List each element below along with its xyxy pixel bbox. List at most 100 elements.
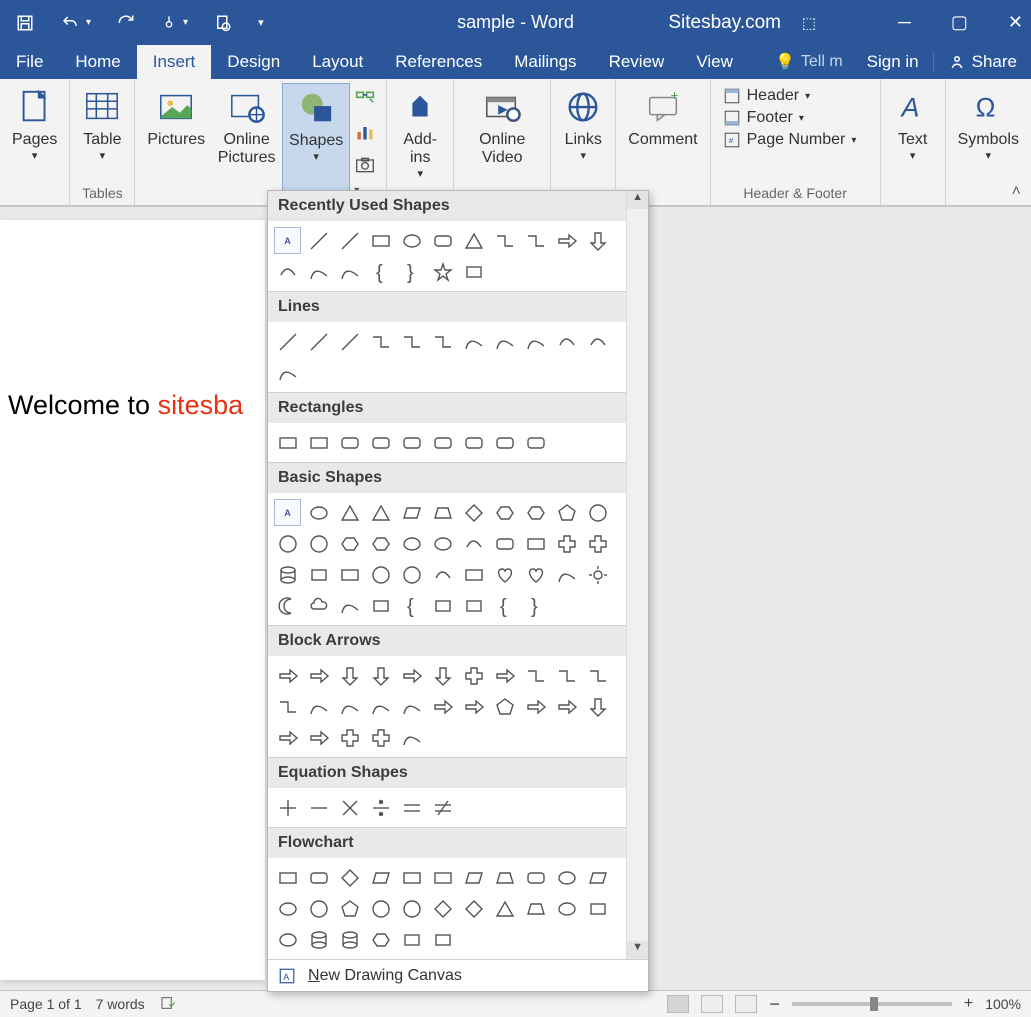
shape-item[interactable] xyxy=(460,895,487,922)
shape-item[interactable] xyxy=(367,926,394,953)
shape-item[interactable] xyxy=(553,561,580,588)
shape-item[interactable] xyxy=(398,926,425,953)
shapes-button[interactable]: Shapes▾ xyxy=(282,83,350,204)
shape-item[interactable] xyxy=(398,724,425,751)
shape-item[interactable] xyxy=(522,895,549,922)
shape-item[interactable] xyxy=(584,561,611,588)
shape-item[interactable] xyxy=(305,895,332,922)
shape-item[interactable] xyxy=(305,592,332,619)
status-words[interactable]: 7 words xyxy=(96,996,145,1012)
shape-item[interactable] xyxy=(336,429,363,456)
shape-item[interactable] xyxy=(305,530,332,557)
tab-view[interactable]: View xyxy=(680,45,749,79)
tab-insert[interactable]: Insert xyxy=(137,45,212,79)
shape-item[interactable] xyxy=(367,499,394,526)
shape-item[interactable] xyxy=(553,895,580,922)
shape-item[interactable] xyxy=(274,926,301,953)
print-preview-icon[interactable] xyxy=(214,14,232,32)
restore-pin-icon[interactable]: ⬚ xyxy=(802,14,816,32)
shape-item[interactable] xyxy=(460,693,487,720)
tab-review[interactable]: Review xyxy=(593,45,681,79)
shape-item[interactable] xyxy=(584,227,611,254)
shape-item[interactable] xyxy=(336,499,363,526)
shape-item[interactable] xyxy=(305,328,332,355)
shape-item[interactable] xyxy=(460,258,487,285)
shape-item[interactable] xyxy=(305,693,332,720)
shape-item[interactable] xyxy=(584,864,611,891)
shape-item[interactable]: { xyxy=(491,592,518,619)
shape-item[interactable] xyxy=(429,662,456,689)
shape-item[interactable] xyxy=(274,794,301,821)
share-button[interactable]: Share xyxy=(933,52,1031,72)
shape-item[interactable] xyxy=(305,794,332,821)
shape-item[interactable] xyxy=(336,926,363,953)
shape-item[interactable] xyxy=(398,895,425,922)
shape-item[interactable] xyxy=(522,227,549,254)
scroll-down-icon[interactable]: ▼ xyxy=(627,941,648,959)
shape-item[interactable] xyxy=(522,328,549,355)
shape-item[interactable] xyxy=(274,864,301,891)
shape-item[interactable] xyxy=(429,227,456,254)
shape-item[interactable] xyxy=(398,227,425,254)
shape-item[interactable] xyxy=(553,499,580,526)
chart-icon[interactable] xyxy=(354,122,376,147)
shape-item[interactable] xyxy=(491,864,518,891)
shape-item[interactable] xyxy=(553,328,580,355)
shape-item[interactable] xyxy=(336,724,363,751)
shape-item[interactable]: { xyxy=(367,258,394,285)
shape-item[interactable] xyxy=(491,693,518,720)
shape-item[interactable] xyxy=(274,530,301,557)
shape-item[interactable] xyxy=(398,561,425,588)
undo-icon[interactable]: ▾ xyxy=(60,14,91,32)
shape-item[interactable] xyxy=(336,561,363,588)
zoom-out-icon[interactable]: − xyxy=(769,994,780,1015)
shape-item[interactable] xyxy=(305,724,332,751)
document-page[interactable]: Welcome to sitesba xyxy=(0,220,265,980)
shape-item[interactable] xyxy=(553,530,580,557)
zoom-in-icon[interactable]: + xyxy=(964,995,973,1013)
shape-item[interactable] xyxy=(491,561,518,588)
shape-item[interactable] xyxy=(522,662,549,689)
shape-item[interactable] xyxy=(460,499,487,526)
close-icon[interactable]: ✕ xyxy=(1008,12,1023,33)
symbols-button[interactable]: Ω Symbols▾ xyxy=(952,83,1025,197)
shape-item[interactable] xyxy=(429,429,456,456)
shape-item[interactable] xyxy=(274,429,301,456)
status-proofing-icon[interactable] xyxy=(159,995,177,1014)
tab-layout[interactable]: Layout xyxy=(296,45,379,79)
shape-item[interactable] xyxy=(553,864,580,891)
shape-item[interactable] xyxy=(429,499,456,526)
shape-item[interactable] xyxy=(429,328,456,355)
shape-item[interactable] xyxy=(429,864,456,891)
shape-item[interactable] xyxy=(274,662,301,689)
shape-item[interactable] xyxy=(274,724,301,751)
shape-item[interactable] xyxy=(584,662,611,689)
tab-home[interactable]: Home xyxy=(59,45,136,79)
minimize-icon[interactable]: ─ xyxy=(898,12,911,33)
view-print-icon[interactable] xyxy=(701,995,723,1013)
shape-item[interactable] xyxy=(584,693,611,720)
zoom-level[interactable]: 100% xyxy=(985,996,1021,1012)
shape-item[interactable] xyxy=(274,328,301,355)
shape-item[interactable] xyxy=(336,662,363,689)
vertical-scrollbar[interactable]: ▲ ▼ xyxy=(626,191,648,991)
shape-item[interactable] xyxy=(584,499,611,526)
shape-item[interactable] xyxy=(491,328,518,355)
shape-item[interactable] xyxy=(460,530,487,557)
shape-item[interactable] xyxy=(398,328,425,355)
shape-item[interactable] xyxy=(367,561,394,588)
shape-item[interactable] xyxy=(460,227,487,254)
pictures-button[interactable]: Pictures xyxy=(141,83,211,204)
tab-mailings[interactable]: Mailings xyxy=(498,45,592,79)
tell-me[interactable]: 💡 Tell m xyxy=(765,52,853,72)
shape-item[interactable] xyxy=(336,864,363,891)
shape-item[interactable] xyxy=(491,662,518,689)
shape-item[interactable] xyxy=(522,499,549,526)
shape-item[interactable] xyxy=(398,662,425,689)
shape-item[interactable] xyxy=(398,864,425,891)
shape-item[interactable] xyxy=(584,530,611,557)
shape-item[interactable] xyxy=(460,429,487,456)
online-video-button[interactable]: Online Video xyxy=(460,83,544,197)
shape-item[interactable] xyxy=(460,662,487,689)
shape-item[interactable] xyxy=(398,794,425,821)
